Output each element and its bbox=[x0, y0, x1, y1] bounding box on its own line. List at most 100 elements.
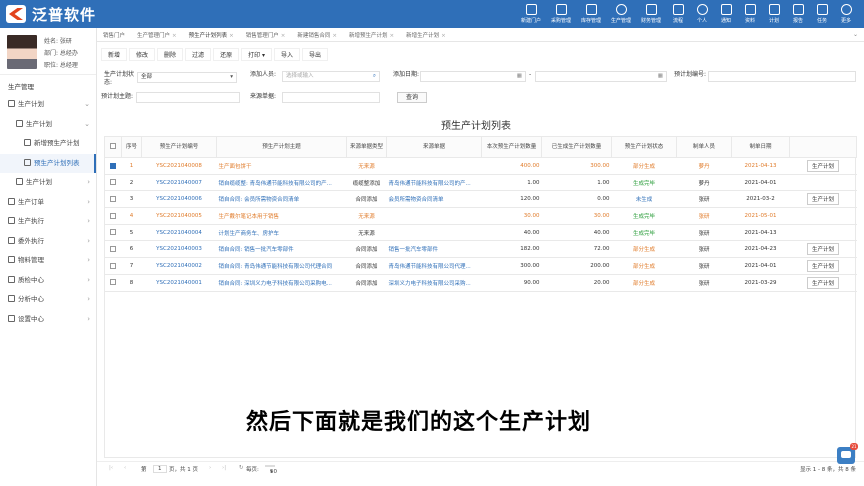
avatar[interactable] bbox=[7, 35, 37, 69]
first-page-icon[interactable]: |‹ bbox=[109, 465, 113, 471]
select-all-checkbox[interactable] bbox=[110, 143, 116, 150]
add-button[interactable]: 新增 bbox=[101, 48, 128, 61]
cell-topic[interactable]: 销自缆缆整: 青岛伟通节能科技有限公司的产... bbox=[216, 173, 347, 192]
topnav-inventory[interactable]: 库存管理 bbox=[576, 2, 606, 26]
topnav-purchase[interactable]: 采购管理 bbox=[546, 2, 576, 26]
cell-source[interactable] bbox=[386, 207, 482, 225]
restore-button[interactable]: 还原 bbox=[213, 48, 240, 61]
refresh-icon[interactable]: ↻ bbox=[239, 465, 244, 471]
row-checkbox[interactable] bbox=[110, 246, 116, 253]
prev-page-icon[interactable]: ‹ bbox=[124, 465, 126, 471]
table-row[interactable]: 4 YSC2021040005 生产戴尔笔记本用于销售 无来源 30.00 30.00 生成… bbox=[104, 207, 857, 225]
production-plan-button[interactable]: 生产计划 bbox=[806, 193, 839, 206]
row-checkbox[interactable] bbox=[110, 195, 116, 202]
tab-new-production-plan[interactable]: 新增生产计划 × bbox=[406, 31, 446, 39]
tab-scroll-icon[interactable]: ⌄ bbox=[853, 31, 858, 38]
cell-topic[interactable]: 生产戴尔笔记本用于销售 bbox=[216, 207, 347, 225]
row-checkbox-cell[interactable] bbox=[104, 257, 122, 275]
page-size-select[interactable]: 50 ▾ bbox=[265, 465, 277, 475]
row-checkbox-cell[interactable] bbox=[104, 273, 122, 292]
cell-plan-no[interactable]: YSC2021040008 bbox=[141, 157, 217, 175]
tab-pre-plan-list[interactable]: 预生产计划列表 × bbox=[189, 31, 234, 39]
production-plan-button[interactable]: 生产计划 bbox=[806, 159, 839, 172]
close-icon[interactable]: × bbox=[172, 33, 177, 39]
cell-topic[interactable]: 销自合同: 深圳义力电子科技有限公司采购电... bbox=[216, 273, 347, 292]
production-plan-button[interactable]: 生产计划 bbox=[806, 259, 839, 272]
sidebar-item-pre-plan-list[interactable]: 预生产计划列表 bbox=[0, 153, 96, 173]
topnav-personal[interactable]: 个人 bbox=[690, 2, 714, 26]
col-header[interactable]: 序号 bbox=[121, 136, 142, 158]
cell-source[interactable]: 深圳义力电子科技有限公司采购... bbox=[386, 273, 482, 292]
cell-source[interactable]: 青岛伟通节能科技有限公司的产... bbox=[386, 173, 482, 192]
cell-plan-no[interactable]: YSC2021040003 bbox=[141, 240, 217, 259]
plan-no-input[interactable] bbox=[708, 71, 856, 82]
close-icon[interactable]: × bbox=[281, 33, 286, 39]
col-header[interactable]: 来源单据类型 bbox=[346, 136, 387, 158]
cell-plan-no[interactable]: YSC2021040006 bbox=[141, 190, 217, 209]
cell-topic[interactable]: 计划生产商务车、房护车 bbox=[216, 223, 347, 242]
search-icon[interactable]: ⌕ bbox=[373, 72, 376, 81]
topnav-finance[interactable]: 财务管理 bbox=[636, 2, 666, 26]
sidebar-item-production-plan-2[interactable]: 生产计划 › bbox=[0, 173, 96, 193]
sidebar-item-material[interactable]: 物料管理 › bbox=[0, 251, 96, 271]
sidebar-item-analysis[interactable]: 分析中心 › bbox=[0, 290, 96, 310]
tab-new-sales-contract[interactable]: 新建销售合同 × bbox=[297, 31, 337, 39]
sidebar-item-production-plan[interactable]: 生产计划 ⌄ bbox=[0, 95, 96, 115]
col-header[interactable]: 制单日期 bbox=[731, 136, 790, 158]
print-button[interactable]: 打印 ▾ bbox=[241, 48, 272, 61]
calendar-icon[interactable]: ▦ bbox=[658, 72, 663, 81]
cell-topic[interactable]: 销自合同: 青岛伟通节能科技有限公司代理合同 bbox=[216, 257, 347, 275]
row-checkbox[interactable] bbox=[110, 179, 116, 186]
cell-source[interactable] bbox=[386, 223, 482, 242]
sidebar-item-new-pre-plan[interactable]: 新增预生产计划 bbox=[0, 134, 96, 154]
topnav-notice[interactable]: 通知 bbox=[714, 2, 738, 26]
sidebar-item-production-exec[interactable]: 生产执行 › bbox=[0, 212, 96, 232]
table-row[interactable]: 7 YSC2021040002 销自合同: 青岛伟通节能科技有限公司代理合同 合同添加… bbox=[104, 257, 857, 275]
tab-production-portal[interactable]: 生产管理门户 × bbox=[137, 31, 177, 39]
col-header[interactable]: 制单人员 bbox=[676, 136, 732, 158]
topnav-new-portal[interactable]: 新建门户 bbox=[516, 2, 546, 26]
row-checkbox[interactable] bbox=[110, 229, 116, 236]
cell-plan-no[interactable]: YSC2021040002 bbox=[141, 257, 217, 275]
row-checkbox-cell[interactable] bbox=[104, 223, 122, 242]
export-button[interactable]: 导出 bbox=[302, 48, 329, 61]
close-icon[interactable]: × bbox=[441, 33, 446, 39]
sidebar-item-outsource-exec[interactable]: 委外执行 › bbox=[0, 232, 96, 252]
table-row[interactable]: 1 YSC2021040008 生产面包饼干 无来源 400.00 300.00 部分生成萝… bbox=[104, 157, 857, 175]
cell-source[interactable] bbox=[386, 157, 482, 175]
col-header[interactable]: 本次预生产计划数量 bbox=[481, 136, 542, 158]
chat-button[interactable]: 21 bbox=[837, 443, 858, 464]
page-input[interactable]: 1 bbox=[153, 465, 167, 473]
close-icon[interactable]: × bbox=[229, 33, 234, 39]
status-select[interactable]: 全部 ▾ bbox=[137, 72, 237, 83]
sidebar-item-settings[interactable]: 设置中心 › bbox=[0, 310, 96, 330]
cell-source[interactable]: 销售一批汽车零部件 bbox=[386, 240, 482, 259]
sidebar-item-production-order[interactable]: 生产订单 › bbox=[0, 193, 96, 213]
source-input[interactable] bbox=[282, 92, 380, 103]
table-row[interactable]: 2 YSC2021040007 销自缆缆整: 青岛伟通节能科技有限公司的产... 缆缆… bbox=[104, 173, 857, 192]
col-header[interactable]: 预生产计划状态 bbox=[611, 136, 677, 158]
row-checkbox-cell[interactable] bbox=[104, 157, 122, 175]
col-header[interactable]: 预生产计划编号 bbox=[141, 136, 217, 158]
topnav-report[interactable]: 报告 bbox=[786, 2, 810, 26]
cell-plan-no[interactable]: YSC2021040007 bbox=[141, 173, 217, 192]
cell-source[interactable]: 青岛伟通节能科技有限公司代理... bbox=[386, 257, 482, 275]
row-checkbox-cell[interactable] bbox=[104, 173, 122, 192]
filter-button[interactable]: 过滤 bbox=[185, 48, 212, 61]
row-checkbox[interactable] bbox=[110, 262, 116, 269]
cell-source[interactable]: 会员所需物资合同清单 bbox=[386, 190, 482, 209]
row-checkbox-cell[interactable] bbox=[104, 190, 122, 209]
tab-sales-portal[interactable]: 销售门户 bbox=[103, 31, 125, 39]
cell-plan-no[interactable]: YSC2021040004 bbox=[141, 223, 217, 242]
tab-new-pre-plan[interactable]: 新增预生产计划 × bbox=[349, 31, 394, 39]
next-page-icon[interactable]: › bbox=[209, 465, 211, 471]
row-checkbox[interactable] bbox=[110, 279, 116, 286]
edit-button[interactable]: 修改 bbox=[129, 48, 156, 61]
table-row[interactable]: 5 YSC2021040004 计划生产商务车、房护车 无来源 40.00 40.00 生成… bbox=[104, 223, 857, 242]
topnav-production[interactable]: 生产管理 bbox=[606, 2, 636, 26]
cell-plan-no[interactable]: YSC2021040001 bbox=[141, 273, 217, 292]
row-checkbox[interactable] bbox=[110, 212, 116, 219]
table-row[interactable]: 8 YSC2021040001 销自合同: 深圳义力电子科技有限公司采购电... 合同… bbox=[104, 273, 857, 292]
app-logo[interactable]: 泛普软件 bbox=[6, 5, 96, 24]
topnav-more[interactable]: 更多 bbox=[834, 2, 858, 26]
